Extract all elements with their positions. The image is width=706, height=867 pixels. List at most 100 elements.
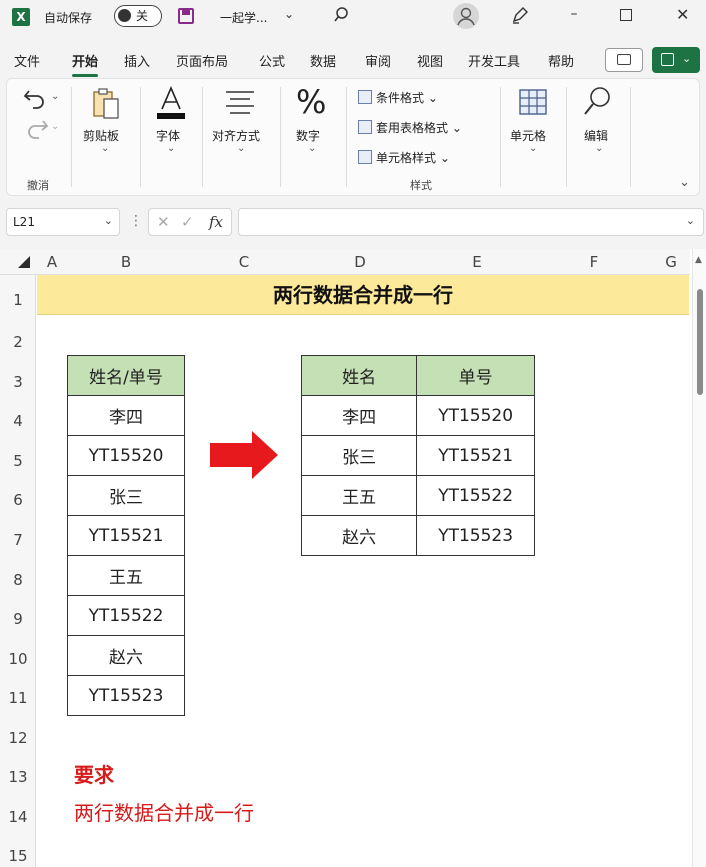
result-cell[interactable]: YT15521: [416, 435, 535, 476]
chevron-down-icon[interactable]: ⌄: [284, 7, 294, 21]
editing-button[interactable]: 编辑 ⌄: [568, 79, 628, 197]
source-cell[interactable]: 王五: [67, 555, 185, 596]
redo-icon[interactable]: [23, 117, 49, 139]
result-cell[interactable]: 赵六: [300, 515, 418, 556]
source-header-cell[interactable]: 姓名/单号: [67, 355, 185, 396]
tab-view[interactable]: 视图: [417, 51, 443, 70]
expand-formula-icon[interactable]: ⌄: [686, 214, 695, 227]
alignment-button[interactable]: 对齐方式 ⌄: [204, 79, 274, 197]
tab-insert[interactable]: 插入: [124, 51, 150, 70]
row-header[interactable]: 4: [0, 412, 36, 430]
column-header-e[interactable]: E: [418, 249, 536, 275]
source-cell[interactable]: YT15523: [67, 675, 185, 716]
cell-styles-button[interactable]: 单元格样式 ⌄: [358, 149, 450, 166]
ribbon-collapse-icon[interactable]: ⌄: [679, 175, 690, 190]
source-cell[interactable]: YT15522: [67, 595, 185, 636]
row-header[interactable]: 10: [0, 650, 36, 668]
result-header-number[interactable]: 单号: [416, 355, 535, 396]
row-header[interactable]: 12: [0, 729, 36, 747]
row-header[interactable]: 7: [0, 531, 36, 549]
source-cell[interactable]: 李四: [67, 395, 185, 436]
chevron-down-icon: ⌄: [595, 143, 604, 154]
tab-page-layout[interactable]: 页面布局: [176, 51, 228, 70]
undo-icon[interactable]: [23, 87, 49, 109]
maximize-button[interactable]: [620, 9, 632, 21]
source-cell[interactable]: YT15520: [67, 435, 185, 476]
sheet-title[interactable]: 两行数据合并成一行: [37, 275, 689, 315]
tab-review[interactable]: 审阅: [365, 51, 391, 70]
redo-dropdown-icon[interactable]: ⌄: [51, 121, 59, 132]
result-cell[interactable]: 张三: [300, 435, 418, 476]
row-header[interactable]: 2: [0, 333, 36, 351]
row-header[interactable]: 9: [0, 610, 36, 628]
row-header[interactable]: 5: [0, 452, 36, 470]
column-header-b[interactable]: B: [66, 249, 186, 275]
more-options-icon[interactable]: ⋮: [129, 213, 143, 229]
column-header-a[interactable]: A: [38, 249, 66, 275]
source-cell[interactable]: 赵六: [67, 635, 185, 676]
source-cell[interactable]: 张三: [67, 475, 185, 516]
share-button[interactable]: ⌄: [652, 47, 700, 73]
result-header-name[interactable]: 姓名: [300, 355, 418, 396]
number-format-button[interactable]: % 数字 ⌄: [282, 79, 344, 197]
vertical-scrollbar[interactable]: ▲: [692, 249, 706, 867]
cell-styles-label: 单元格样式: [376, 151, 437, 165]
tab-home[interactable]: 开始: [72, 51, 99, 77]
row-header[interactable]: 15: [0, 847, 36, 865]
conditional-formatting-button[interactable]: 条件格式 ⌄: [358, 89, 438, 106]
clipboard-button[interactable]: 剪贴板 ⌄: [73, 79, 139, 197]
source-cell[interactable]: YT15521: [67, 515, 185, 556]
chevron-down-icon[interactable]: ⌄: [104, 214, 113, 227]
format-as-table-button[interactable]: 套用表格格式 ⌄: [358, 119, 462, 136]
result-cell[interactable]: 李四: [300, 395, 418, 436]
tab-help[interactable]: 帮助: [548, 51, 574, 70]
save-icon[interactable]: [178, 8, 194, 24]
row-header[interactable]: 13: [0, 768, 36, 786]
column-header-f[interactable]: F: [536, 249, 652, 275]
comments-button[interactable]: [605, 48, 643, 72]
cells-grid-icon: [519, 89, 547, 115]
cancel-icon[interactable]: ✕: [157, 213, 170, 231]
cells-button[interactable]: 单元格 ⌄: [502, 79, 564, 197]
pen-icon[interactable]: [510, 5, 530, 25]
result-cell[interactable]: YT15520: [416, 395, 535, 436]
enter-check-icon[interactable]: ✓: [181, 213, 194, 231]
search-icon[interactable]: [333, 5, 353, 25]
worksheet: A B C D E F G 1 2 3 4 5 6 7 8 9 10 11 12…: [0, 249, 706, 867]
undo-dropdown-icon[interactable]: ⌄: [51, 91, 59, 102]
tab-data[interactable]: 数据: [310, 51, 336, 70]
minimize-button[interactable]: –: [564, 6, 584, 22]
column-header-c[interactable]: C: [186, 249, 302, 275]
table-row: 王五 YT15522: [300, 475, 535, 516]
account-avatar-icon[interactable]: [453, 3, 479, 29]
result-cell[interactable]: 王五: [300, 475, 418, 516]
row-header[interactable]: 8: [0, 571, 36, 589]
requirement-text[interactable]: 两行数据合并成一行: [74, 797, 254, 826]
select-all-icon[interactable]: [18, 256, 30, 268]
close-button[interactable]: ✕: [676, 5, 689, 24]
formula-input[interactable]: ⌄: [238, 208, 704, 236]
tab-formulas[interactable]: 公式: [259, 51, 285, 70]
insert-function-icon[interactable]: fx: [209, 213, 223, 231]
tab-developer[interactable]: 开发工具: [468, 51, 520, 70]
row-header[interactable]: 11: [0, 689, 36, 707]
requirement-heading[interactable]: 要求: [74, 759, 114, 788]
row-header[interactable]: 6: [0, 491, 36, 509]
scrollbar-thumb[interactable]: [697, 289, 703, 395]
tab-file[interactable]: 文件: [14, 51, 40, 70]
document-name[interactable]: 一起学...: [220, 9, 267, 26]
autosave-toggle[interactable]: 关: [114, 5, 162, 27]
row-header[interactable]: 3: [0, 373, 36, 391]
result-cell[interactable]: YT15522: [416, 475, 535, 516]
row-header[interactable]: 1: [0, 291, 36, 309]
name-box[interactable]: L21 ⌄: [6, 208, 120, 236]
row-header[interactable]: 14: [0, 808, 36, 826]
styles-group-label: 样式: [410, 179, 432, 192]
result-table: 姓名 单号 李四 YT15520 张三 YT15521 王五 YT15522 赵…: [300, 355, 535, 556]
result-cell[interactable]: YT15523: [416, 515, 535, 556]
scroll-up-icon[interactable]: ▲: [695, 255, 702, 265]
font-button[interactable]: 字体 ⌄: [142, 79, 200, 197]
conditional-formatting-label: 条件格式: [376, 91, 425, 105]
column-header-d[interactable]: D: [302, 249, 418, 275]
column-header-g[interactable]: G: [652, 249, 690, 275]
